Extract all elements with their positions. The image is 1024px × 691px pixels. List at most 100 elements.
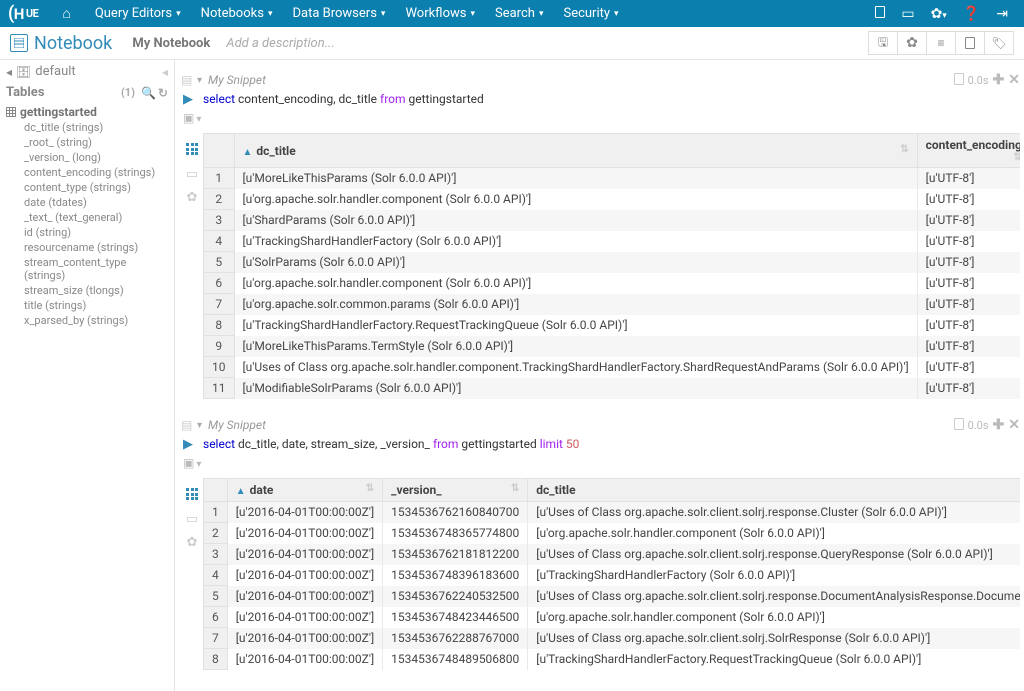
table-row[interactable]: 1[u'2016-04-01T00:00:00Z']15345367621608… [204,502,1021,523]
column-item[interactable]: date (tdates) [0,195,174,210]
column-header[interactable]: content_encoding⇅ [917,134,1020,168]
nav-workflows[interactable]: Workflows ▾ [405,6,475,21]
column-header[interactable]: _version_⇅ [383,479,528,502]
snippet-name[interactable]: My Snippet [208,418,266,432]
chart-view-icon[interactable]: ▭ [186,512,198,527]
cell: [u'UTF-8'] [917,336,1020,357]
column-item[interactable]: _root_ (string) [0,135,174,150]
add-snippet-icon[interactable]: ✚ [993,417,1005,433]
row-number: 2 [204,523,228,544]
table-row[interactable]: 6[u'2016-04-01T00:00:00Z']15345367484234… [204,607,1021,628]
db-chevron-icon[interactable]: ◂ [6,65,12,79]
drag-handle-icon[interactable]: ▤ [181,418,191,432]
home-icon[interactable]: ⌂ [62,5,70,22]
column-header[interactable]: dc_title⇅ [528,479,1020,502]
column-header[interactable]: ▲date⇅ [227,479,382,502]
search-icon[interactable]: 🔍 [141,86,156,100]
query-editor[interactable]: select dc_title, date, stream_size, _ver… [203,437,579,451]
table-row[interactable]: 1[u'MoreLikeThisParams (Solr 6.0.0 API)'… [204,168,1021,189]
close-snippet-icon[interactable]: ✕ [1008,417,1020,433]
column-item[interactable]: title (strings) [0,298,174,313]
chart-view-icon[interactable]: ▭ [186,167,198,182]
settings-icon[interactable]: ✿▾ [931,6,947,22]
grid-view-icon[interactable] [186,488,198,504]
brand-logo[interactable]: (HUE [8,3,38,24]
refresh-icon[interactable]: ↻ [158,86,168,100]
settings-button[interactable]: ✿ [897,31,927,55]
tables-count: (1) [121,86,135,99]
nav-notebooks[interactable]: Notebooks ▾ [201,6,273,21]
cell: [u'Uses of Class org.apache.solr.client.… [528,544,1020,565]
table-row[interactable]: 9[u'MoreLikeThisParams.TermStyle (Solr 6… [204,336,1021,357]
row-number: 3 [204,544,228,565]
table-row[interactable]: 11[u'ModifiableSolrParams (Solr 6.0.0 AP… [204,378,1021,399]
nav-security[interactable]: Security ▾ [563,6,618,21]
chevron-down-icon[interactable]: ▾ [196,111,201,125]
query-editor[interactable]: select content_encoding, dc_title from g… [203,92,484,106]
column-item[interactable]: resourcename (strings) [0,240,174,255]
column-item[interactable]: content_encoding (strings) [0,165,174,180]
cell: [u'org.apache.solr.handler.component (So… [234,273,917,294]
nav-query-editors[interactable]: Query Editors ▾ [95,6,181,21]
notebook-description[interactable]: Add a description... [226,36,334,51]
more-icon[interactable]: ✿ [187,190,198,205]
table-row[interactable]: 8[u'TrackingShardHandlerFactory.RequestT… [204,315,1021,336]
collapse-icon[interactable]: ▾ [197,75,202,86]
table-row[interactable]: 7[u'2016-04-01T00:00:00Z']15345367622887… [204,628,1021,649]
table-item[interactable]: gettingstarted [0,104,174,120]
column-header[interactable]: ▲dc_title⇅ [234,134,917,168]
table-row[interactable]: 10[u'Uses of Class org.apache.solr.handl… [204,357,1021,378]
more-icon[interactable]: ✿ [187,535,198,550]
table-row[interactable]: 2[u'org.apache.solr.handler.component (S… [204,189,1021,210]
table-row[interactable]: 2[u'2016-04-01T00:00:00Z']15345367483657… [204,523,1021,544]
cell: 1534536748396183600 [383,565,528,586]
close-snippet-icon[interactable]: ✕ [1008,72,1020,88]
cell: [u'UTF-8'] [917,378,1020,399]
database-name[interactable]: default [35,64,162,79]
nav-data-browsers[interactable]: Data Browsers ▾ [292,6,385,21]
drag-handle-icon[interactable]: ▤ [181,73,191,87]
table-row[interactable]: 3[u'2016-04-01T00:00:00Z']15345367621818… [204,544,1021,565]
save-button[interactable]: 🖫 [868,31,898,55]
run-button[interactable]: ▶ [183,437,193,452]
result-file-icon[interactable] [954,73,964,88]
view-mode-icon[interactable]: ▣ [183,111,194,125]
column-item[interactable]: content_type (strings) [0,180,174,195]
cell: [u'2016-04-01T00:00:00Z'] [227,544,382,565]
nav-search[interactable]: Search ▾ [495,6,543,21]
column-item[interactable]: stream_size (tlongs) [0,283,174,298]
table-row[interactable]: 5[u'SolrParams (Solr 6.0.0 API)'][u'UTF-… [204,252,1021,273]
table-row[interactable]: 4[u'2016-04-01T00:00:00Z']15345367483961… [204,565,1021,586]
column-item[interactable]: _version_ (long) [0,150,174,165]
tag-button[interactable]: 🏷 [984,31,1014,55]
grid-view-icon[interactable] [186,143,198,159]
add-snippet-icon[interactable]: ✚ [993,72,1005,88]
card-icon[interactable]: ▭ [901,6,914,22]
column-item[interactable]: dc_title (strings) [0,120,174,135]
column-item[interactable]: id (string) [0,225,174,240]
logout-icon[interactable]: ⇥ [996,6,1008,22]
file-icon[interactable] [875,6,885,22]
column-item[interactable]: _text_ (text_general) [0,210,174,225]
table-row[interactable]: 3[u'ShardParams (Solr 6.0.0 API)'][u'UTF… [204,210,1021,231]
run-button[interactable]: ▶ [183,92,193,107]
collapse-icon[interactable]: ▾ [197,420,202,431]
column-item[interactable]: stream_content_type (strings) [0,255,174,283]
table-row[interactable]: 7[u'org.apache.solr.common.params (Solr … [204,294,1021,315]
view-mode-icon[interactable]: ▣ [183,456,194,470]
table-row[interactable]: 4[u'TrackingShardHandlerFactory (Solr 6.… [204,231,1021,252]
row-number: 11 [204,378,235,399]
table-row[interactable]: 5[u'2016-04-01T00:00:00Z']15345367622405… [204,586,1021,607]
chevron-down-icon[interactable]: ▾ [196,456,201,470]
snippet-name[interactable]: My Snippet [208,73,266,87]
result-file-icon[interactable] [954,418,964,433]
cell: 1534536762160840700 [383,502,528,523]
table-row[interactable]: 6[u'org.apache.solr.handler.component (S… [204,273,1021,294]
new-file-button[interactable] [955,31,985,55]
notebook-name[interactable]: My Notebook [132,36,210,51]
table-row[interactable]: 8[u'2016-04-01T00:00:00Z']15345367484895… [204,649,1021,670]
collapse-sidebar-icon[interactable]: ◂ [162,65,168,79]
column-item[interactable]: x_parsed_by (strings) [0,313,174,328]
list-button[interactable]: ≡ [926,31,956,55]
help-icon[interactable]: ❓ [963,6,980,22]
